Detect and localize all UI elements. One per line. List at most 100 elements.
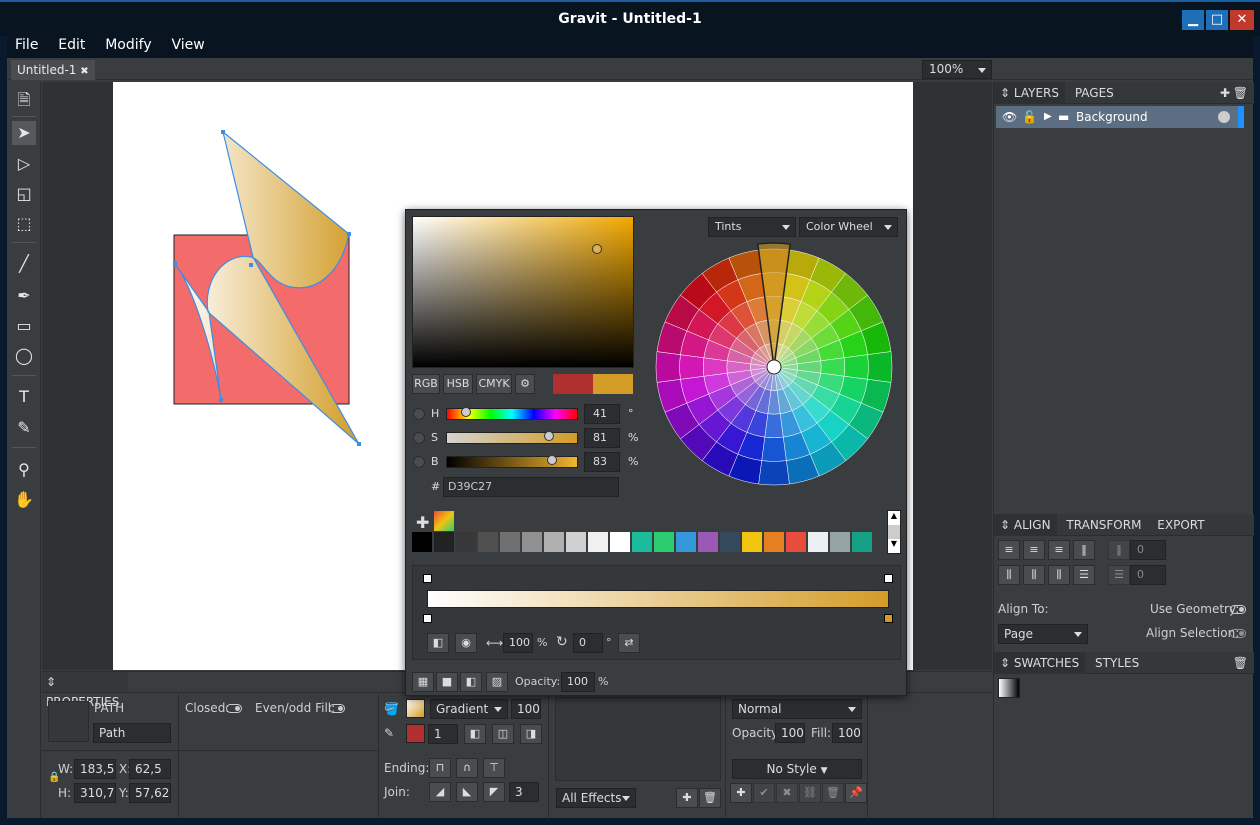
layer-color-dot[interactable]	[1218, 111, 1230, 123]
tab-styles[interactable]: STYLES	[1089, 652, 1145, 674]
y-input[interactable]: 57,625	[129, 783, 171, 803]
fill-opacity-input[interactable]: 100	[511, 699, 541, 719]
saturation-radio[interactable]	[413, 432, 425, 444]
anchor-point[interactable]	[219, 398, 223, 402]
pointer-tool-icon[interactable]: ➤	[12, 121, 36, 145]
radial-gradient-icon[interactable]: ◉	[455, 633, 477, 653]
mode-cmyk-button[interactable]: CMYK	[476, 374, 512, 394]
minimize-button[interactable]: ▁	[1182, 10, 1204, 30]
color-wheel-select[interactable]: Color Wheel	[799, 217, 898, 237]
fill-opacity-layer-input[interactable]: 100	[832, 723, 862, 743]
zoom-tool-icon[interactable]: ⚲	[12, 458, 36, 482]
remove-style-icon[interactable]: ✖	[776, 783, 798, 803]
rectangle-tool-icon[interactable]: ▭	[12, 314, 36, 338]
subselect-tool-icon[interactable]: ▷	[12, 152, 36, 176]
saturation-input[interactable]: 81	[584, 428, 620, 448]
anchor-point[interactable]	[357, 442, 361, 446]
align-left-icon[interactable]: ≡	[998, 540, 1020, 560]
tab-align[interactable]: ⇕ ALIGN	[994, 514, 1057, 536]
palette-swatch[interactable]	[632, 532, 652, 552]
blend-mode-select[interactable]: Normal	[732, 699, 862, 719]
solid-fill-icon[interactable]: ■	[436, 672, 458, 692]
tab-pages[interactable]: PAGES	[1069, 82, 1120, 104]
tab-transform[interactable]: TRANSFORM	[1060, 514, 1147, 536]
palette-swatch[interactable]	[742, 532, 762, 552]
page-tool-icon[interactable]: 🗎	[12, 88, 36, 112]
opacity-input[interactable]: 100	[775, 723, 805, 743]
palette-swatch[interactable]	[852, 532, 872, 552]
wheel-center-handle[interactable]	[766, 359, 782, 375]
color-cursor[interactable]	[592, 244, 602, 254]
stroke-inside-icon[interactable]: ◧	[464, 724, 486, 744]
style-select[interactable]: No Style ▼	[732, 759, 862, 779]
add-effect-icon[interactable]: ✚	[676, 788, 698, 808]
gradient-top-stop-start[interactable]	[423, 574, 432, 583]
hue-slider[interactable]	[446, 407, 578, 420]
close-tab-icon[interactable]: ✖	[80, 66, 88, 77]
hue-radio[interactable]	[413, 408, 425, 420]
stroke-color-swatch[interactable]	[406, 724, 425, 743]
palette-swatch[interactable]	[456, 532, 476, 552]
add-swatch-icon[interactable]: ✚	[416, 513, 429, 532]
align-middle-icon[interactable]: ⫼	[1023, 565, 1045, 585]
document-tab[interactable]: Untitled-1 ✖	[11, 60, 95, 80]
brightness-slider[interactable]	[446, 455, 578, 468]
layer-name[interactable]: Background	[1076, 106, 1148, 128]
palette-swatch[interactable]	[412, 532, 432, 552]
spacing-vertical-input[interactable]: 0	[1130, 565, 1166, 585]
align-top-icon[interactable]: ⫼	[998, 565, 1020, 585]
scroll-up-icon[interactable]: ▲	[888, 511, 900, 525]
zoom-select[interactable]: 100%	[922, 60, 992, 79]
saturation-brightness-field[interactable]	[412, 216, 634, 368]
align-selection-toggle[interactable]	[1230, 629, 1246, 638]
text-tool-icon[interactable]: T	[12, 385, 36, 409]
anchor-point[interactable]	[221, 130, 225, 134]
recent-color-swatch[interactable]	[434, 511, 454, 531]
name-input[interactable]: Path	[93, 723, 171, 743]
wheel-segment[interactable]	[758, 460, 790, 486]
brightness-input[interactable]: 83	[584, 452, 620, 472]
swatch-gradient[interactable]	[998, 678, 1020, 698]
use-geometry-toggle[interactable]	[1230, 605, 1246, 614]
menu-view[interactable]: View	[163, 36, 212, 54]
no-fill-icon[interactable]: ▦	[412, 672, 434, 692]
wheel-segment[interactable]	[679, 354, 705, 380]
saturation-slider-knob[interactable]	[544, 431, 554, 441]
tab-layers[interactable]: ⇕ LAYERS	[994, 82, 1065, 104]
cap-round-icon[interactable]: ∩	[456, 758, 478, 778]
eye-icon[interactable]: 👁	[1002, 106, 1017, 128]
add-layer-icon[interactable]: ✚	[1220, 82, 1230, 104]
tints-select[interactable]: Tints	[708, 217, 796, 237]
stroke-center-icon[interactable]: ◫	[492, 724, 514, 744]
tab-export[interactable]: EXPORT	[1151, 514, 1210, 536]
height-input[interactable]: 310,75	[74, 783, 116, 803]
palette-swatch[interactable]	[786, 532, 806, 552]
palette-swatch[interactable]	[610, 532, 630, 552]
trash-icon[interactable]: 🗑	[699, 788, 721, 808]
palette-swatch[interactable]	[698, 532, 718, 552]
distribute-vertical-icon[interactable]: ☰	[1073, 565, 1095, 585]
join-bevel-icon[interactable]: ◢	[429, 782, 451, 802]
fill-color-swatch[interactable]	[406, 699, 425, 718]
unlink-style-icon[interactable]: ⛓	[799, 783, 821, 803]
align-bottom-icon[interactable]: ⫼	[1048, 565, 1070, 585]
scroll-down-icon[interactable]: ▼	[888, 539, 900, 553]
gradient-scale-input[interactable]: 100	[503, 633, 533, 653]
expand-arrow-icon[interactable]: ▶	[1044, 106, 1052, 128]
pattern-fill-icon[interactable]: ▨	[486, 672, 508, 692]
lock-icon[interactable]: 🔓	[1022, 106, 1037, 128]
effects-select[interactable]: All Effects	[556, 788, 636, 808]
spacing-horizontal-icon[interactable]: ‖	[1108, 540, 1130, 560]
palette-swatch[interactable]	[808, 532, 828, 552]
previous-color-swatch[interactable]	[553, 374, 593, 394]
mode-hsb-button[interactable]: HSB	[443, 374, 473, 394]
hue-input[interactable]: 41	[584, 404, 620, 424]
line-tool-icon[interactable]: ╱	[12, 252, 36, 276]
palette-swatch[interactable]	[478, 532, 498, 552]
align-center-icon[interactable]: ≡	[1023, 540, 1045, 560]
gradient-rotation-input[interactable]: 0	[573, 633, 603, 653]
spacing-vertical-icon[interactable]: ☰	[1108, 565, 1130, 585]
distribute-horizontal-icon[interactable]: ‖	[1073, 540, 1095, 560]
palette-swatch[interactable]	[676, 532, 696, 552]
palette-swatch[interactable]	[720, 532, 740, 552]
